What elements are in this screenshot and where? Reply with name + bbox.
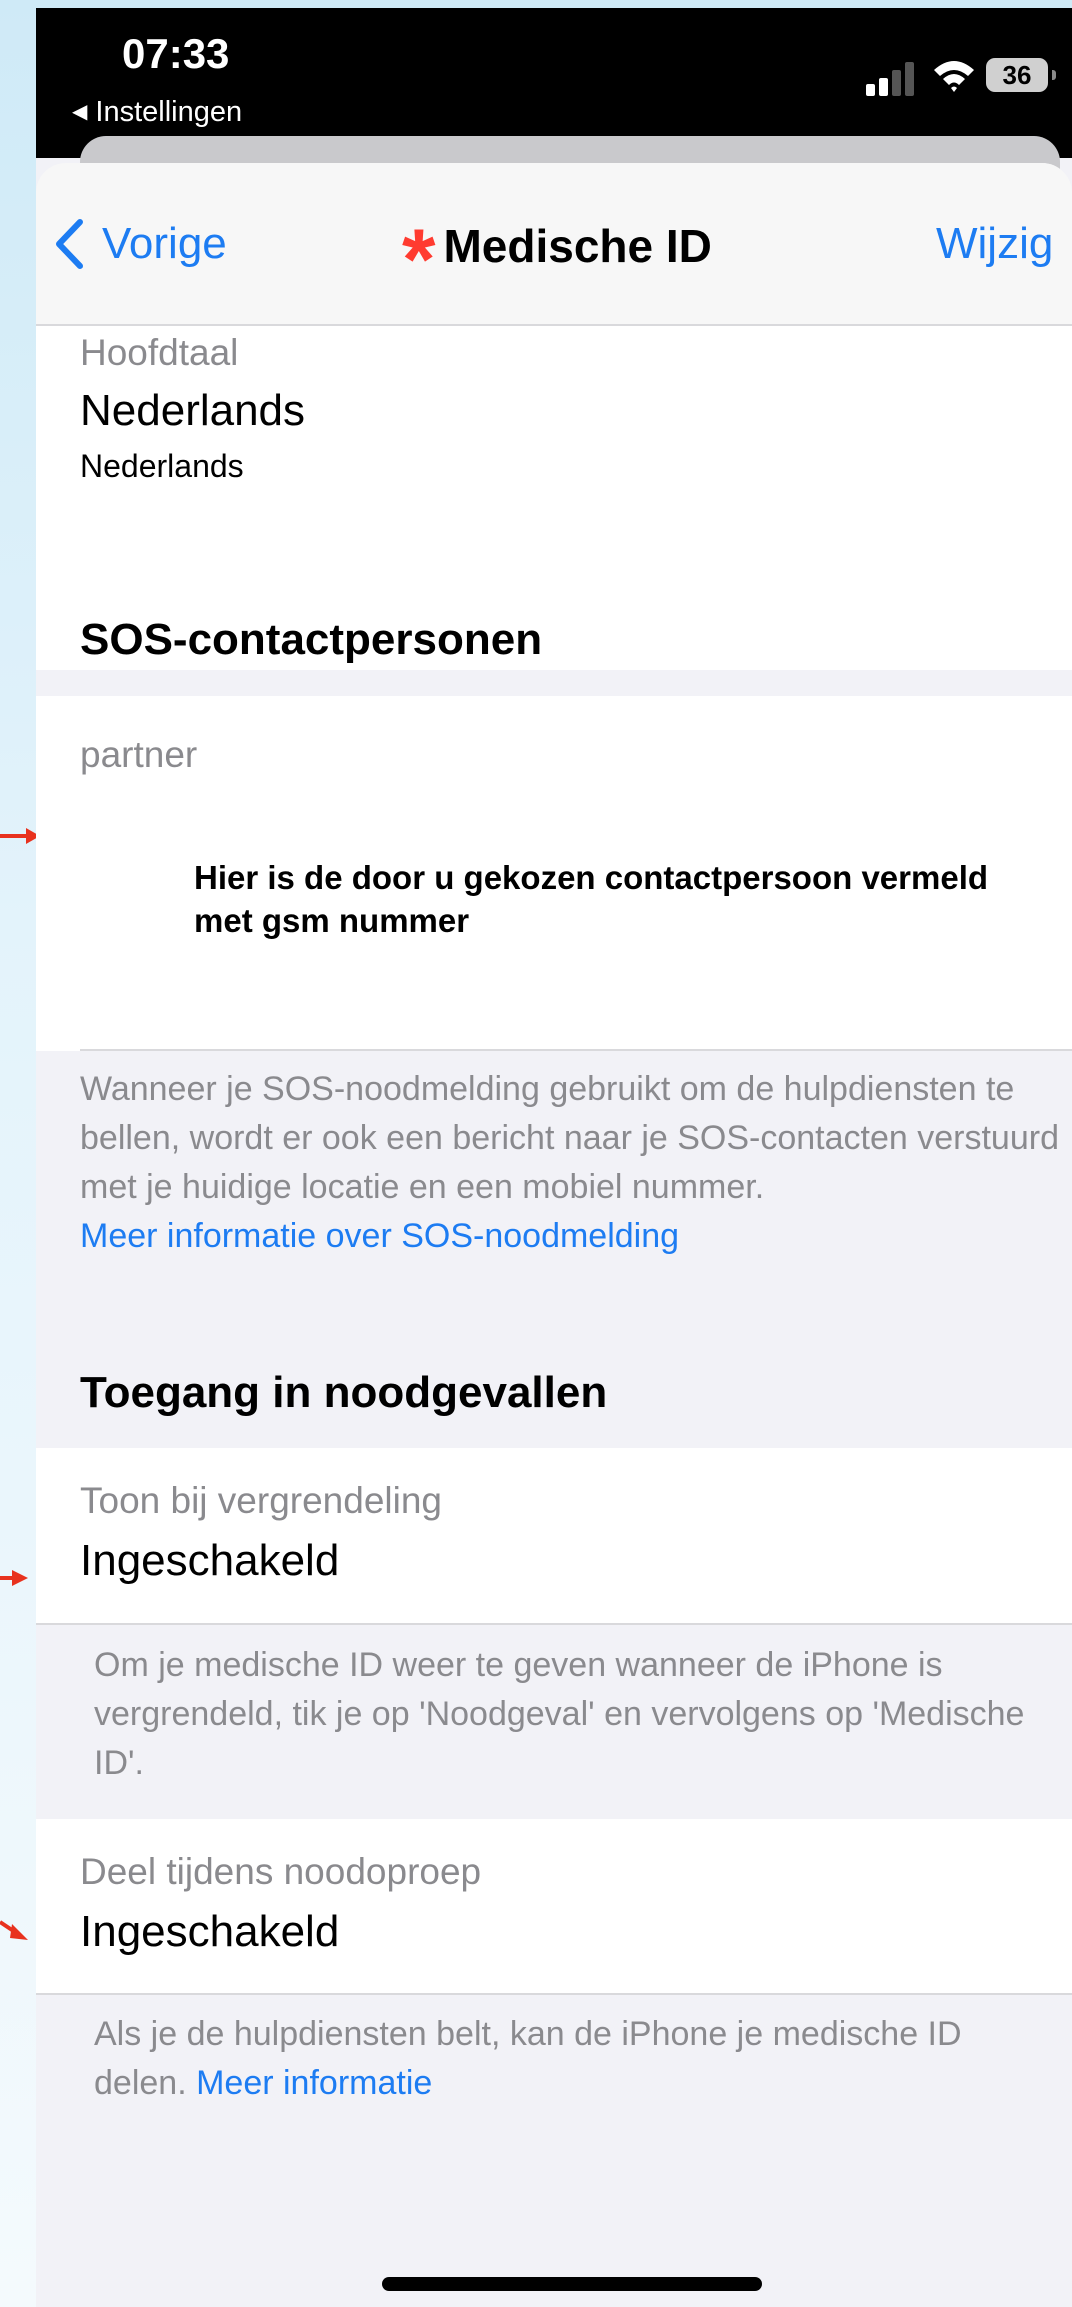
cellular-signal-icon xyxy=(866,58,916,96)
show-when-locked-value: Ingeschakeld xyxy=(80,1536,340,1585)
annotation-arrow-share xyxy=(0,1920,28,1940)
medical-asterisk-icon: * xyxy=(402,212,436,308)
home-indicator[interactable] xyxy=(382,2277,762,2291)
annotation-arrow-contact xyxy=(0,828,40,844)
lock-footer: Om je medische ID weer te geven wanneer … xyxy=(94,1646,1025,1782)
sos-section-header: SOS-contactpersonen xyxy=(80,615,543,664)
divider xyxy=(36,1993,1072,1995)
back-button[interactable]: Vorige xyxy=(54,211,227,277)
language-label: Hoofdtaal xyxy=(80,332,239,373)
share-during-call-value: Ingeschakeld xyxy=(80,1907,340,1956)
contact-placeholder-note: Hier is de door u gekozen contactpersoon… xyxy=(194,859,989,939)
battery-level: 36 xyxy=(1002,60,1032,90)
back-app-label: Instellingen xyxy=(95,96,243,128)
status-time: 07:33 xyxy=(122,30,230,77)
back-label: Vorige xyxy=(102,219,227,268)
share-more-info-link[interactable]: Meer informatie xyxy=(196,2064,432,2102)
sos-more-info-link[interactable]: Meer informatie over SOS-noodmelding xyxy=(80,1217,679,1255)
battery-icon: 36 xyxy=(986,58,1056,92)
edit-button[interactable]: Wijzig xyxy=(936,219,1053,269)
wifi-icon xyxy=(934,61,974,92)
phone-screen: 07:33 ◀ Instellingen 36 Vorige * Medisch… xyxy=(36,8,1072,2307)
share-during-call-label: Deel tijdens noodoproep xyxy=(80,1851,482,1892)
show-when-locked-cell[interactable]: Toon bij vergrendeling Ingeschakeld xyxy=(36,1448,1072,1623)
annotation-arrow-lock xyxy=(0,1570,28,1586)
sos-footer-text: Wanneer je SOS-noodmelding gebruikt om d… xyxy=(80,1070,1059,1206)
sos-footer: Wanneer je SOS-noodmelding gebruikt om d… xyxy=(80,1065,1060,1261)
navigation-bar: Vorige * Medische ID Wijzig xyxy=(36,163,1072,326)
medical-id-sheet: Vorige * Medische ID Wijzig Hoofdtaal Ne… xyxy=(36,163,1072,2307)
divider xyxy=(80,1049,1072,1051)
chevron-left-icon xyxy=(56,219,83,269)
status-bar: 07:33 ◀ Instellingen 36 xyxy=(36,8,1072,196)
back-to-app-link[interactable]: ◀ Instellingen xyxy=(72,96,242,129)
sos-contact-cell[interactable]: partner Hier is de door u gekozen contac… xyxy=(36,696,1072,1051)
page-title-text: Medische ID xyxy=(443,220,712,272)
emergency-access-header: Toegang in noodgevallen xyxy=(80,1368,608,1417)
language-subvalue: Nederlands xyxy=(80,448,244,484)
divider xyxy=(36,1623,1072,1625)
share-during-call-cell[interactable]: Deel tijdens noodoproep Ingeschakeld xyxy=(36,1819,1072,1993)
sos-contact-relation: partner xyxy=(80,734,198,775)
share-footer: Als je de hulpdiensten belt, kan de iPho… xyxy=(94,2010,1054,2108)
back-triangle-icon: ◀ xyxy=(72,101,88,123)
page-title: * Medische ID xyxy=(402,217,712,303)
show-when-locked-label: Toon bij vergrendeling xyxy=(80,1480,443,1521)
language-value: Nederlands xyxy=(80,386,306,435)
